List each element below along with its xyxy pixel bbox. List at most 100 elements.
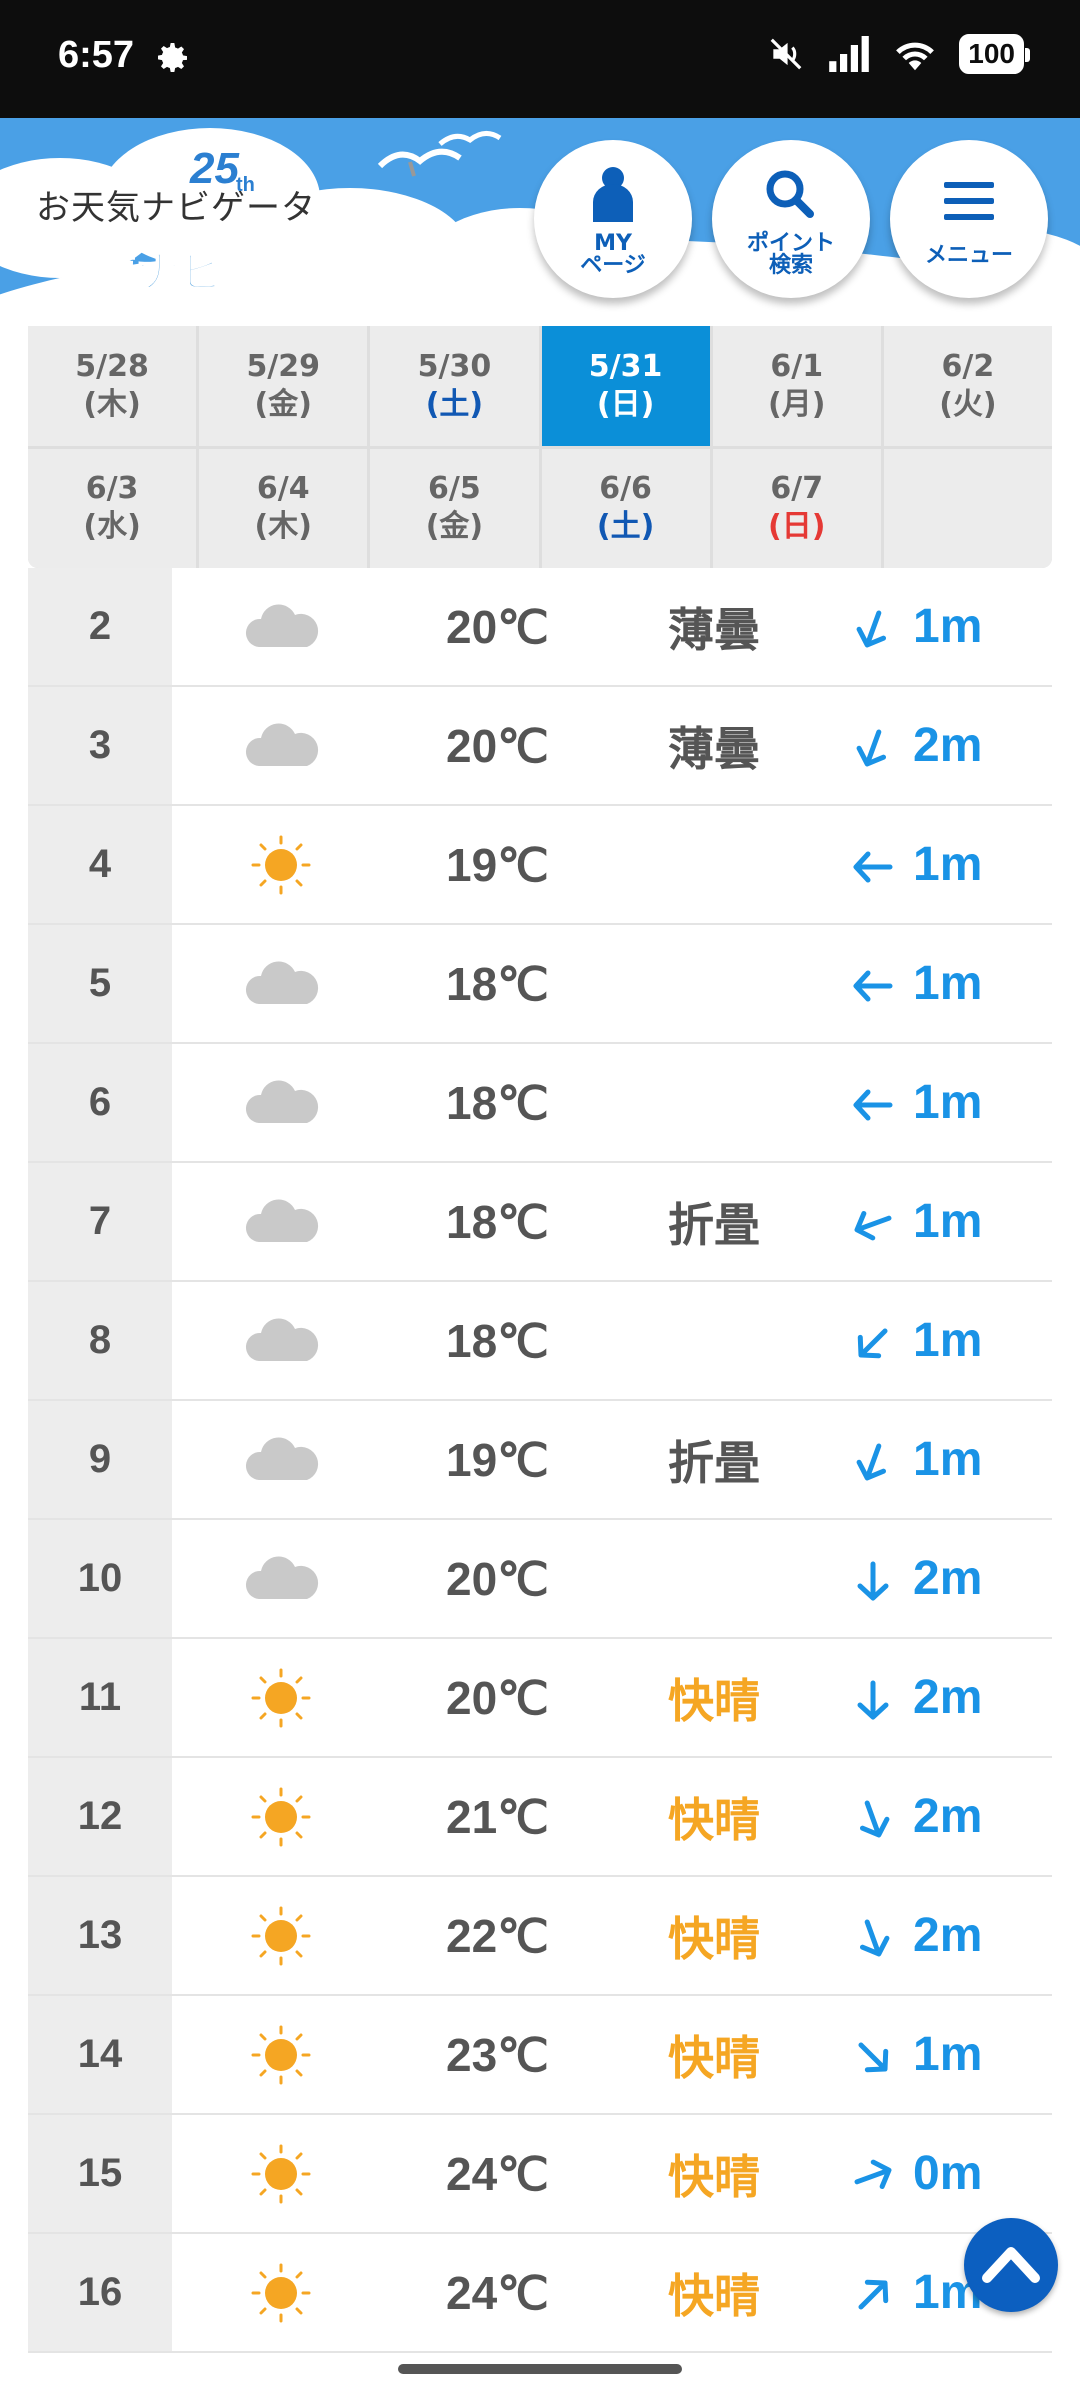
- date-tab-empty: [883, 448, 1052, 568]
- date-tab-date: 5/29: [246, 348, 321, 384]
- wind-speed-cell: 2m: [913, 719, 983, 772]
- wind-direction-icon: [853, 970, 893, 1002]
- wind-speed-cell: 1m: [913, 957, 983, 1010]
- wind-speed-cell: 2m: [913, 1671, 983, 1724]
- hour-cell: 11: [28, 1639, 172, 1756]
- cloud-icon: [245, 723, 319, 766]
- table-row: 8 18℃ 1m: [28, 1282, 1052, 1401]
- date-tab-weekday: (土): [596, 509, 655, 545]
- date-tab[interactable]: 5/29 (金): [199, 326, 368, 446]
- status-icons: 100: [767, 34, 1030, 74]
- date-tab-weekday: (金): [254, 386, 312, 422]
- wind-speed-cell: 1m: [913, 1314, 983, 1367]
- my-page-button[interactable]: MY ページ: [534, 140, 692, 298]
- wind-direction-icon: [857, 1680, 889, 1720]
- my-page-label-line2: ページ: [580, 253, 646, 278]
- table-row: 13 22℃ 快晴 2m: [28, 1877, 1052, 1996]
- date-tab[interactable]: 6/6 (土): [541, 448, 710, 568]
- date-tab-date: 5/31: [588, 348, 663, 384]
- wind-speed-cell: 2m: [913, 1552, 983, 1605]
- table-row: 12 21℃ 快晴 2m: [28, 1758, 1052, 1877]
- point-search-button[interactable]: ポイント 検索: [712, 140, 870, 298]
- condition-cell: 快晴: [668, 2030, 760, 2085]
- wind-direction-icon: [859, 1800, 890, 1838]
- date-tab-date: 6/5: [428, 471, 481, 507]
- condition-cell: 折畳: [668, 1435, 760, 1490]
- hour-cell: 13: [28, 1877, 172, 1994]
- temperature-cell: 21℃: [446, 1790, 549, 1843]
- wind-direction-icon: [857, 1561, 889, 1601]
- date-tab[interactable]: 5/31 (日): [541, 326, 710, 446]
- wind-direction-icon: [856, 1443, 887, 1481]
- date-tabs: 5/28 (木) 5/29 (金) 5/30 (土) 5/31 (日) 6/1 (月) 6/2 (火)…: [28, 326, 1052, 568]
- date-tab[interactable]: 6/1 (月): [712, 326, 881, 446]
- table-row: 11 20℃ 快晴 2m: [28, 1639, 1052, 1758]
- wind-direction-icon: [857, 1328, 888, 1359]
- table-row: 9 19℃ 折畳 1m: [28, 1401, 1052, 1520]
- wind-direction-icon: [859, 1919, 890, 1957]
- table-row: 3 20℃ 薄曇 2m: [28, 687, 1052, 806]
- temperature-cell: 23℃: [446, 2028, 549, 2081]
- sub-logo: 海ナビ: [91, 246, 225, 299]
- hour-cell: 12: [28, 1758, 172, 1875]
- table-row: 14 23℃ 快晴 1m: [28, 1996, 1052, 2115]
- table-row: 6 18℃ 1m: [28, 1044, 1052, 1163]
- date-tab[interactable]: 6/4 (木): [199, 448, 368, 568]
- temperature-cell: 19℃: [446, 838, 549, 891]
- date-tab-date: 6/1: [770, 348, 824, 384]
- temperature-cell: 24℃: [446, 2266, 549, 2319]
- condition-cell: 快晴: [668, 2268, 760, 2323]
- wind-direction-icon: [858, 2042, 889, 2073]
- app-logo-text: お天気ナビゲータ: [36, 188, 316, 228]
- condition-cell: 快晴: [668, 1792, 760, 1847]
- hour-cell: 14: [28, 1996, 172, 2113]
- cloud-icon: [245, 1199, 319, 1242]
- wind-direction-icon: [853, 851, 893, 883]
- cloud-icon: [245, 1080, 319, 1123]
- sun-icon: [251, 2025, 311, 2085]
- date-tab[interactable]: 6/5 (金): [370, 448, 539, 568]
- sun-icon: [251, 2144, 311, 2204]
- temperature-cell: 20℃: [446, 1552, 549, 1605]
- menu-button[interactable]: メニュー: [890, 140, 1048, 298]
- date-tab[interactable]: 6/7 (日): [712, 448, 881, 568]
- date-tab-weekday: (木): [254, 509, 312, 545]
- gear-icon: [158, 43, 187, 72]
- battery-indicator: 100: [959, 34, 1030, 74]
- date-tab[interactable]: 5/28 (木): [28, 326, 197, 446]
- home-indicator: [398, 2364, 682, 2374]
- status-bar: 6:57 100: [0, 0, 1080, 118]
- wind-direction-icon: [858, 2279, 889, 2310]
- wind-speed-cell: 1m: [913, 1433, 983, 1486]
- wind-speed-cell: 2m: [913, 1909, 983, 1962]
- search-icon: [766, 170, 814, 218]
- app-header: お天気ナビゲータ 25 th 海ナビ MY ページ ポイント 検索 メニュー: [0, 118, 1080, 328]
- sun-icon: [251, 1906, 311, 1966]
- hour-cell: 6: [28, 1044, 172, 1161]
- date-tab-weekday: (木): [83, 386, 141, 422]
- temperature-cell: 18℃: [446, 1195, 549, 1248]
- date-tab[interactable]: 5/30 (土): [370, 326, 539, 446]
- hour-cell: 15: [28, 2115, 172, 2232]
- wind-direction-icon: [854, 1210, 892, 1241]
- condition-cell: 折畳: [668, 1197, 760, 1252]
- person-icon: [593, 167, 633, 222]
- date-tab-weekday: (火): [939, 386, 997, 422]
- anniversary-badge: 25: [190, 144, 239, 193]
- hour-cell: 7: [28, 1163, 172, 1280]
- seagull-icon: [377, 131, 502, 177]
- condition-cell: 快晴: [668, 1673, 760, 1728]
- date-tab[interactable]: 6/3 (水): [28, 448, 197, 568]
- date-tab-weekday: (日): [596, 386, 655, 422]
- anniversary-suffix: th: [236, 174, 255, 196]
- temperature-cell: 18℃: [446, 1314, 549, 1367]
- wind-speed-cell: 1m: [913, 1076, 983, 1129]
- table-row: 16 24℃ 快晴 1m: [28, 2234, 1052, 2353]
- date-tab[interactable]: 6/2 (火): [883, 326, 1052, 446]
- scroll-to-top-button[interactable]: [964, 2218, 1058, 2312]
- cloud-icon: [245, 961, 319, 1004]
- table-row: 15 24℃ 快晴 0m: [28, 2115, 1052, 2234]
- table-row: 5 18℃ 1m: [28, 925, 1052, 1044]
- wind-speed-cell: 1m: [913, 838, 983, 891]
- hour-cell: 9: [28, 1401, 172, 1518]
